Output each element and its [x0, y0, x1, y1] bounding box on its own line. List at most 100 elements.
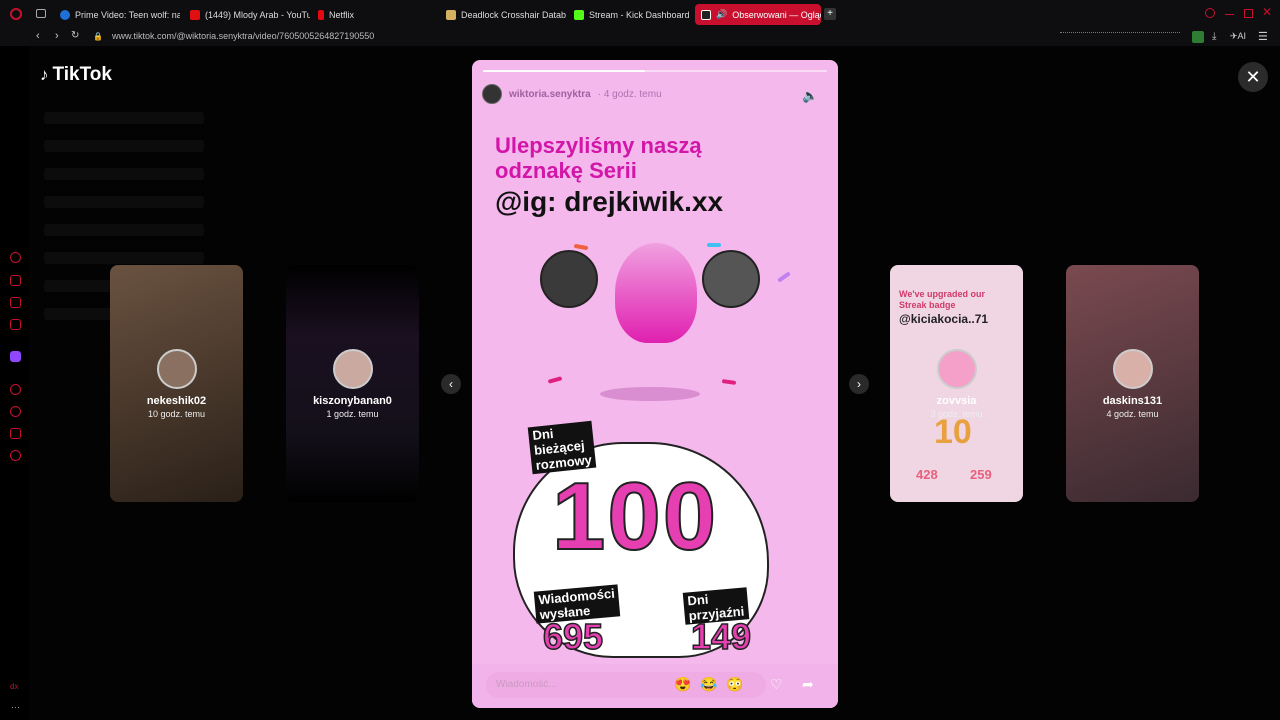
progress-fill	[483, 70, 645, 72]
card-stat-a: 428	[916, 467, 938, 482]
card-time: 1 godz. temu	[326, 409, 379, 419]
minimize-icon[interactable]	[1225, 14, 1234, 15]
tab-tiktok-active[interactable]: 🔊 Obserwowani — Ogląd	[695, 4, 821, 25]
next-story-button[interactable]: ›	[849, 374, 869, 394]
search-tabs-icon[interactable]	[1205, 8, 1215, 18]
tab-prime-video[interactable]: Prime Video: Teen wolf: na	[54, 4, 180, 25]
reload-icon[interactable]: ↻	[71, 30, 79, 41]
sidebar-bag-icon[interactable]	[10, 275, 21, 286]
like-icon[interactable]: ♡	[770, 676, 783, 693]
volume-icon[interactable]: 🔈	[802, 88, 818, 104]
avatar	[157, 349, 197, 389]
tab-netflix[interactable]: Netflix	[312, 4, 432, 25]
story-card-nekeshik02[interactable]: nekeshik02 10 godz. temu	[110, 265, 243, 502]
flame-shadow	[600, 387, 700, 401]
sidebar-shield-icon[interactable]	[10, 297, 21, 308]
settings-icon[interactable]	[10, 450, 21, 461]
sidebar-speed-icon[interactable]	[10, 252, 21, 263]
streak-value: 100	[551, 462, 719, 571]
friend-photo-right	[702, 250, 760, 308]
headline-line2: odznakę Serii	[495, 158, 637, 183]
menu-icon[interactable]: ☰	[1258, 30, 1268, 43]
maximize-icon[interactable]	[1244, 9, 1253, 18]
browser-tab-bar: Prime Video: Teen wolf: na (1449) Mlody …	[0, 0, 1280, 28]
story-username[interactable]: wiktoria.senyktra	[509, 89, 591, 100]
card-username: zovvsia	[936, 395, 977, 407]
card-stat-b: 259	[970, 467, 992, 482]
story-headline: Ulepszyliśmy naszą odznakę Serii	[495, 133, 702, 183]
streak-flame-icon	[615, 243, 697, 343]
card-username: kiszonybanan0	[313, 395, 392, 407]
avatar	[1113, 349, 1153, 389]
tab-label: Netflix	[329, 9, 355, 20]
deadlock-icon	[446, 9, 456, 20]
browser-sidebar: dx ···	[0, 46, 30, 720]
close-button[interactable]: ✕	[1238, 62, 1268, 92]
more-icon[interactable]: ···	[11, 702, 20, 712]
url-field[interactable]: www.tiktok.com/@wiktoria.senyktra/video/…	[112, 31, 374, 41]
story-header: wiktoria.senyktra · 4 godz. temu	[482, 84, 662, 104]
confetti	[721, 379, 737, 385]
messages-value: 695	[542, 615, 604, 658]
card-text-line1: We've upgraded our	[899, 289, 985, 299]
confetti	[777, 271, 791, 283]
story-card-daskins131[interactable]: daskins131 4 godz. temu	[1066, 265, 1199, 502]
card-username: nekeshik02	[146, 395, 207, 407]
emoji-laughing[interactable]: 😂	[700, 676, 717, 693]
tab-deadlock[interactable]: Deadlock Crosshair Datab	[440, 4, 566, 25]
extensions-icon[interactable]	[1060, 32, 1180, 42]
tab-kick[interactable]: Stream - Kick Dashboard	[568, 4, 694, 25]
card-text-line2: Streak badge	[899, 300, 956, 310]
message-input[interactable]: Wiadomość...	[486, 672, 766, 698]
card-username: daskins131	[1102, 395, 1163, 407]
card-time: 10 godz. temu	[147, 409, 206, 419]
story-card-zovvsia[interactable]: We've upgraded our Streak badge @kiciako…	[890, 265, 1023, 502]
tab-youtube[interactable]: (1449) Mlody Arab - YouTu	[184, 4, 310, 25]
headline-line1: Ulepszyliśmy naszą	[495, 133, 702, 158]
story-footer: Wiadomość... 😍 😂 😳 ♡ ➦	[472, 664, 838, 708]
speaker-icon[interactable]: 🔊	[716, 9, 727, 20]
friendship-value: 149	[690, 615, 752, 658]
tiktok-note-icon: ♪	[40, 65, 49, 84]
share-icon[interactable]: ➦	[802, 676, 814, 693]
card-big-number: 10	[934, 413, 972, 451]
youtube-icon	[190, 9, 200, 20]
close-window-icon[interactable]: ✕	[1262, 5, 1272, 19]
previous-story-button[interactable]: ‹	[441, 374, 461, 394]
opera-logo-icon[interactable]	[10, 8, 22, 20]
history-icon[interactable]	[10, 406, 21, 417]
tiktok-logo-text: TikTok	[52, 64, 112, 85]
prime-video-icon	[60, 9, 70, 20]
story-card-kiszonybanan0[interactable]: kiszonybanan0 1 godz. temu	[286, 265, 419, 502]
story-avatar[interactable]	[482, 84, 502, 104]
emoji-flushed[interactable]: 😳	[726, 676, 743, 693]
story-viewer[interactable]: wiktoria.senyktra · 4 godz. temu 🔈 Uleps…	[472, 60, 838, 708]
download-icon[interactable]: ⤓	[1212, 31, 1216, 42]
confetti	[573, 243, 589, 251]
twitch-icon[interactable]	[10, 351, 21, 362]
tab-label: Obserwowani — Ogląd	[732, 9, 821, 20]
extensions-cube-icon[interactable]	[10, 428, 21, 439]
sidebar-player-icon[interactable]	[10, 384, 21, 395]
tiktok-logo[interactable]: ♪ TikTok	[40, 64, 112, 86]
tab-label: (1449) Mlody Arab - YouTu	[205, 9, 310, 20]
emoji-heart-eyes[interactable]: 😍	[674, 676, 691, 693]
tab-label: Deadlock Crosshair Datab	[461, 9, 566, 20]
avatar	[937, 349, 977, 389]
sidebar-dx-label[interactable]: dx	[10, 682, 18, 691]
forward-icon[interactable]: ›	[55, 30, 59, 42]
sidebar-news-icon[interactable]	[10, 319, 21, 330]
address-bar: ‹ › ↻ 🔒 www.tiktok.com/@wiktoria.senyktr…	[0, 28, 1280, 46]
ai-icon[interactable]: ✈AI	[1230, 31, 1246, 42]
story-time: · 4 godz. temu	[597, 88, 662, 100]
extension-active-icon[interactable]	[1192, 31, 1204, 43]
tab-label: Stream - Kick Dashboard	[589, 9, 690, 20]
tab-list-icon[interactable]	[36, 9, 46, 18]
friend-photo-left	[540, 250, 598, 308]
back-icon[interactable]: ‹	[36, 30, 40, 42]
story-handle: @ig: drejkiwik.xx	[495, 186, 724, 217]
lock-icon: 🔒	[93, 32, 103, 41]
confetti	[707, 243, 721, 247]
new-tab-icon[interactable]: +	[824, 8, 836, 20]
avatar	[333, 349, 373, 389]
